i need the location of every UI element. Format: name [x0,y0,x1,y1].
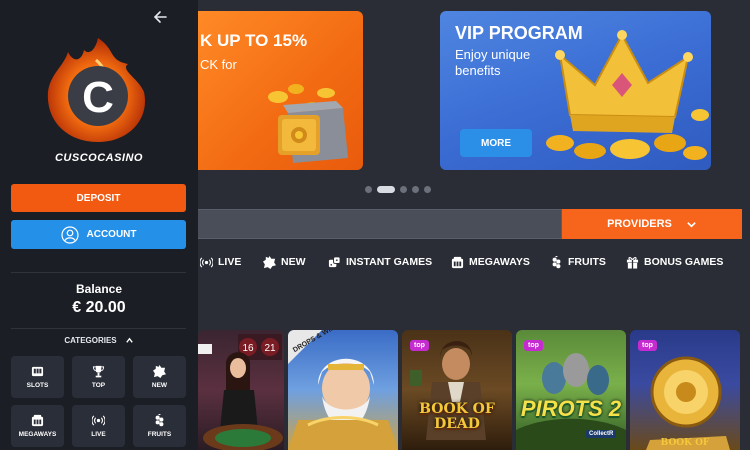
cashback-subtitle: CK for [200,57,237,72]
tile-label: FRUITS [147,431,172,438]
category-bar: LIVE NEW INSTANT GAMES MEGAWAYS FRUITS B… [198,252,750,272]
game-title: PIROTS 2 [520,396,622,421]
live-broadcast-icon [92,415,105,426]
category-label: FRUITS [568,256,606,268]
game-title: BOOK OF [660,438,710,448]
game-title: BOOK OF DEAD [419,401,495,432]
game-tile-book-of[interactable]: top BOOK OF [630,330,740,450]
carousel-dot[interactable] [400,186,407,193]
safe-illustration [268,84,348,163]
sidebar-tile-slots[interactable]: SLOTS [11,356,64,398]
carousel-dot[interactable] [412,186,419,193]
deposit-button[interactable]: DEPOSIT [11,184,186,212]
chevron-down-icon [687,221,696,228]
category-instant-games[interactable]: INSTANT GAMES [328,255,433,269]
back-arrow-button[interactable] [150,8,170,28]
collectr-badge: CollectR [586,430,617,438]
balance-label: Balance [75,282,123,296]
sidebar-tile-new[interactable]: NEW [133,356,186,398]
game-tile-pirots-2[interactable]: top PIROTS 2 CollectR [516,330,626,450]
fruits-icon [552,255,561,268]
game-tile-gates-of-olympus[interactable]: DROPS & WINS [288,330,398,450]
sidebar-menu: C CUSCOCASINO DEPOSIT ACCOUNT Balance € … [0,0,198,450]
casino-page: K UP TO 15% CK for VIP PROGRAM Enjoy uni… [0,0,750,450]
cashback-title: K UP TO 15% [200,31,308,50]
trophy-icon [92,365,105,378]
category-label: NEW [281,256,306,268]
main-content: K UP TO 15% CK for VIP PROGRAM Enjoy uni… [198,0,750,450]
crown-illustration [546,30,709,160]
tile-label: SLOTS [26,382,49,389]
brand-name: CUSCOCASINO [54,152,143,164]
divider [11,272,186,273]
chevron-up-icon [125,337,133,343]
sidebar-tile-top[interactable]: TOP [72,356,125,398]
new-badge-icon [153,365,166,378]
category-live[interactable]: LIVE [200,256,241,269]
megaways-icon [451,256,464,268]
categories-label: CATEGORIES [64,336,117,345]
vip-program-banner[interactable]: VIP PROGRAM Enjoy unique benefits MORE [440,11,711,170]
tile-label: LIVE [91,431,106,438]
live-dealer-illustration: 16 21 [198,334,283,450]
user-icon [60,225,79,244]
account-label: ACCOUNT [86,229,137,240]
cashback-banner[interactable]: K UP TO 15% CK for [198,11,363,170]
providers-label: PROVIDERS [607,218,672,230]
dice-icon [328,255,341,267]
game-tile-book-of-dead[interactable]: top BOOK OF DEAD [402,330,512,450]
divider [11,328,186,329]
tile-label: NEW [151,382,168,389]
sidebar-tile-live[interactable]: LIVE [72,405,125,447]
svg-text:16: 16 [242,343,254,354]
providers-dropdown-button[interactable]: PROVIDERS [562,209,742,239]
golden-relic-illustration [646,356,730,450]
account-button[interactable]: ACCOUNT [11,220,186,249]
megaways-icon [31,414,44,427]
game-tile-live-roulette[interactable]: 16 21 [198,330,284,450]
category-label: MEGAWAYS [469,256,530,268]
categories-toggle[interactable]: CATEGORIES [0,336,198,345]
new-badge-icon [263,255,276,269]
cuscocasino-logo: C [47,38,145,142]
category-label: BONUS GAMES [644,256,724,268]
carousel-dots [365,186,431,193]
fruits-icon [155,414,164,427]
logo-letter: C [82,73,114,122]
category-new[interactable]: NEW [263,255,306,269]
gift-icon [626,256,639,269]
carousel-dot[interactable] [424,186,431,193]
sidebar-tile-fruits[interactable]: FRUITS [133,405,186,447]
slot-machine-icon [31,366,44,377]
live-broadcast-icon [200,256,213,268]
sidebar-tile-megaways[interactable]: MEGAWAYS [11,405,64,447]
carousel-dot-active[interactable] [377,186,395,193]
tile-label: MEGAWAYS [18,431,57,438]
category-label: LIVE [218,256,242,268]
category-bonus-games[interactable]: BONUS GAMES [626,256,723,269]
search-input[interactable] [198,209,562,239]
svg-text:21: 21 [264,343,276,354]
category-megaways[interactable]: MEGAWAYS [451,256,530,269]
balance-value: € 20.00 [72,299,126,316]
adventurer-illustration [410,341,486,440]
category-label: INSTANT GAMES [346,256,433,268]
carousel-dot[interactable] [365,186,372,193]
more-button[interactable]: MORE [460,129,532,157]
tile-label: TOP [91,382,106,389]
category-fruits[interactable]: FRUITS [550,255,606,269]
arrow-left-icon [153,10,167,23]
